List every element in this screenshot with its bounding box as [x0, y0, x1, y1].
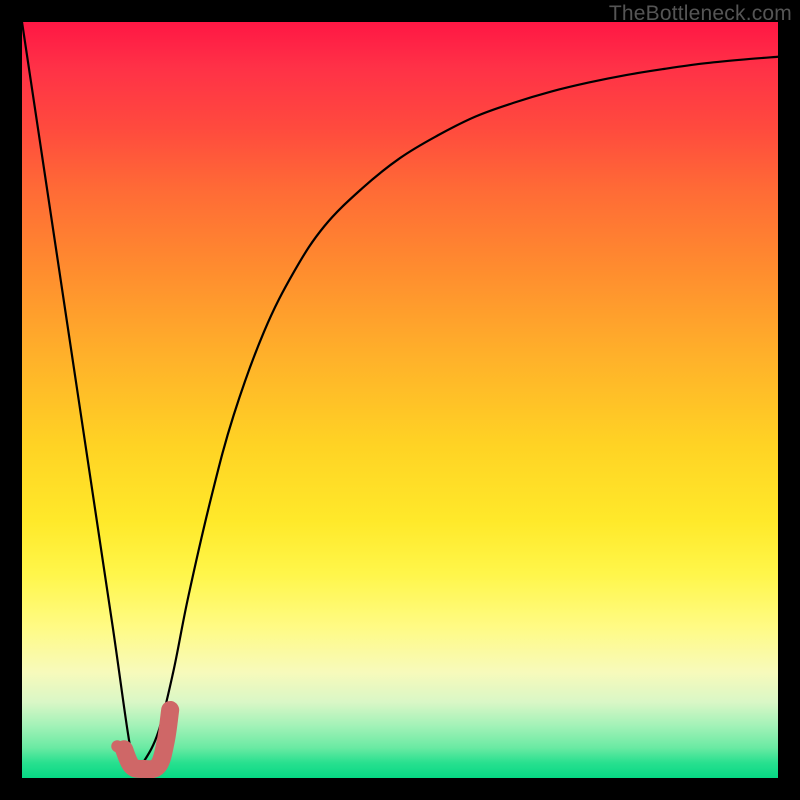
plot-area	[22, 22, 778, 778]
chart-svg	[22, 22, 778, 778]
outer-black-frame: TheBottleneck.com	[0, 0, 800, 800]
watermark-text: TheBottleneck.com	[609, 2, 792, 26]
target-marker	[124, 710, 170, 769]
target-dot	[111, 740, 123, 752]
bottleneck-curve	[22, 22, 778, 773]
